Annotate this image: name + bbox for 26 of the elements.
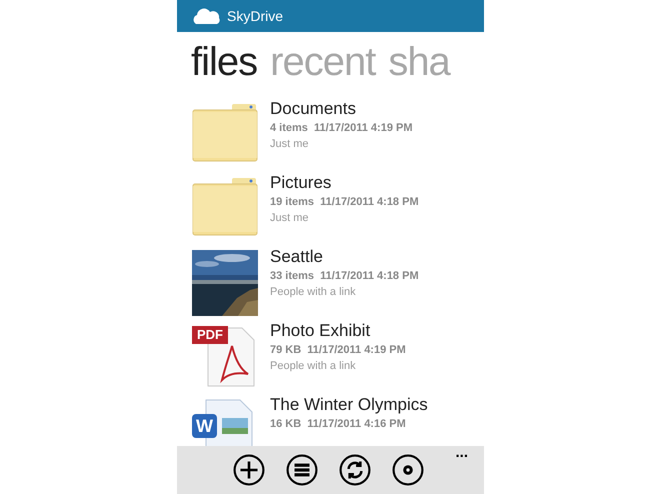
more-button[interactable]: ... (455, 446, 468, 460)
file-details: 4 items 11/17/2011 4:19 PM (270, 121, 412, 136)
file-name[interactable]: Documents (270, 98, 412, 120)
cloud-icon (191, 6, 221, 26)
file-details: 33 items 11/17/2011 4:18 PM (270, 269, 419, 284)
file-name[interactable]: Pictures (270, 172, 419, 194)
folder-icon (192, 102, 258, 162)
file-name[interactable]: Seattle (270, 246, 419, 268)
sharing-status: Just me (270, 211, 310, 226)
sync-button[interactable] (339, 454, 371, 486)
add-button[interactable] (233, 454, 265, 486)
file-details: 16 KB 11/17/2011 4:16 PM (270, 417, 407, 432)
pivot-tab[interactable]: files (191, 42, 258, 82)
sharing-status: Just me (270, 137, 310, 152)
settings-button[interactable] (392, 454, 424, 486)
file-details: 19 items 11/17/2011 4:18 PM (270, 195, 419, 210)
file-name[interactable]: Photo Exhibit (270, 320, 406, 342)
app-title: SkyDrive (227, 6, 284, 26)
sharing-status: People with a link (270, 359, 357, 374)
file-details: 79 KB 11/17/2011 4:19 PM (270, 343, 406, 358)
sharing-status: People with a link (270, 285, 357, 300)
file-name[interactable]: The Winter Olympics (270, 394, 428, 416)
select-button[interactable] (286, 454, 318, 486)
pdf-label: PDF (192, 326, 228, 344)
word-label: W (192, 414, 217, 438)
folder-icon (192, 176, 258, 236)
